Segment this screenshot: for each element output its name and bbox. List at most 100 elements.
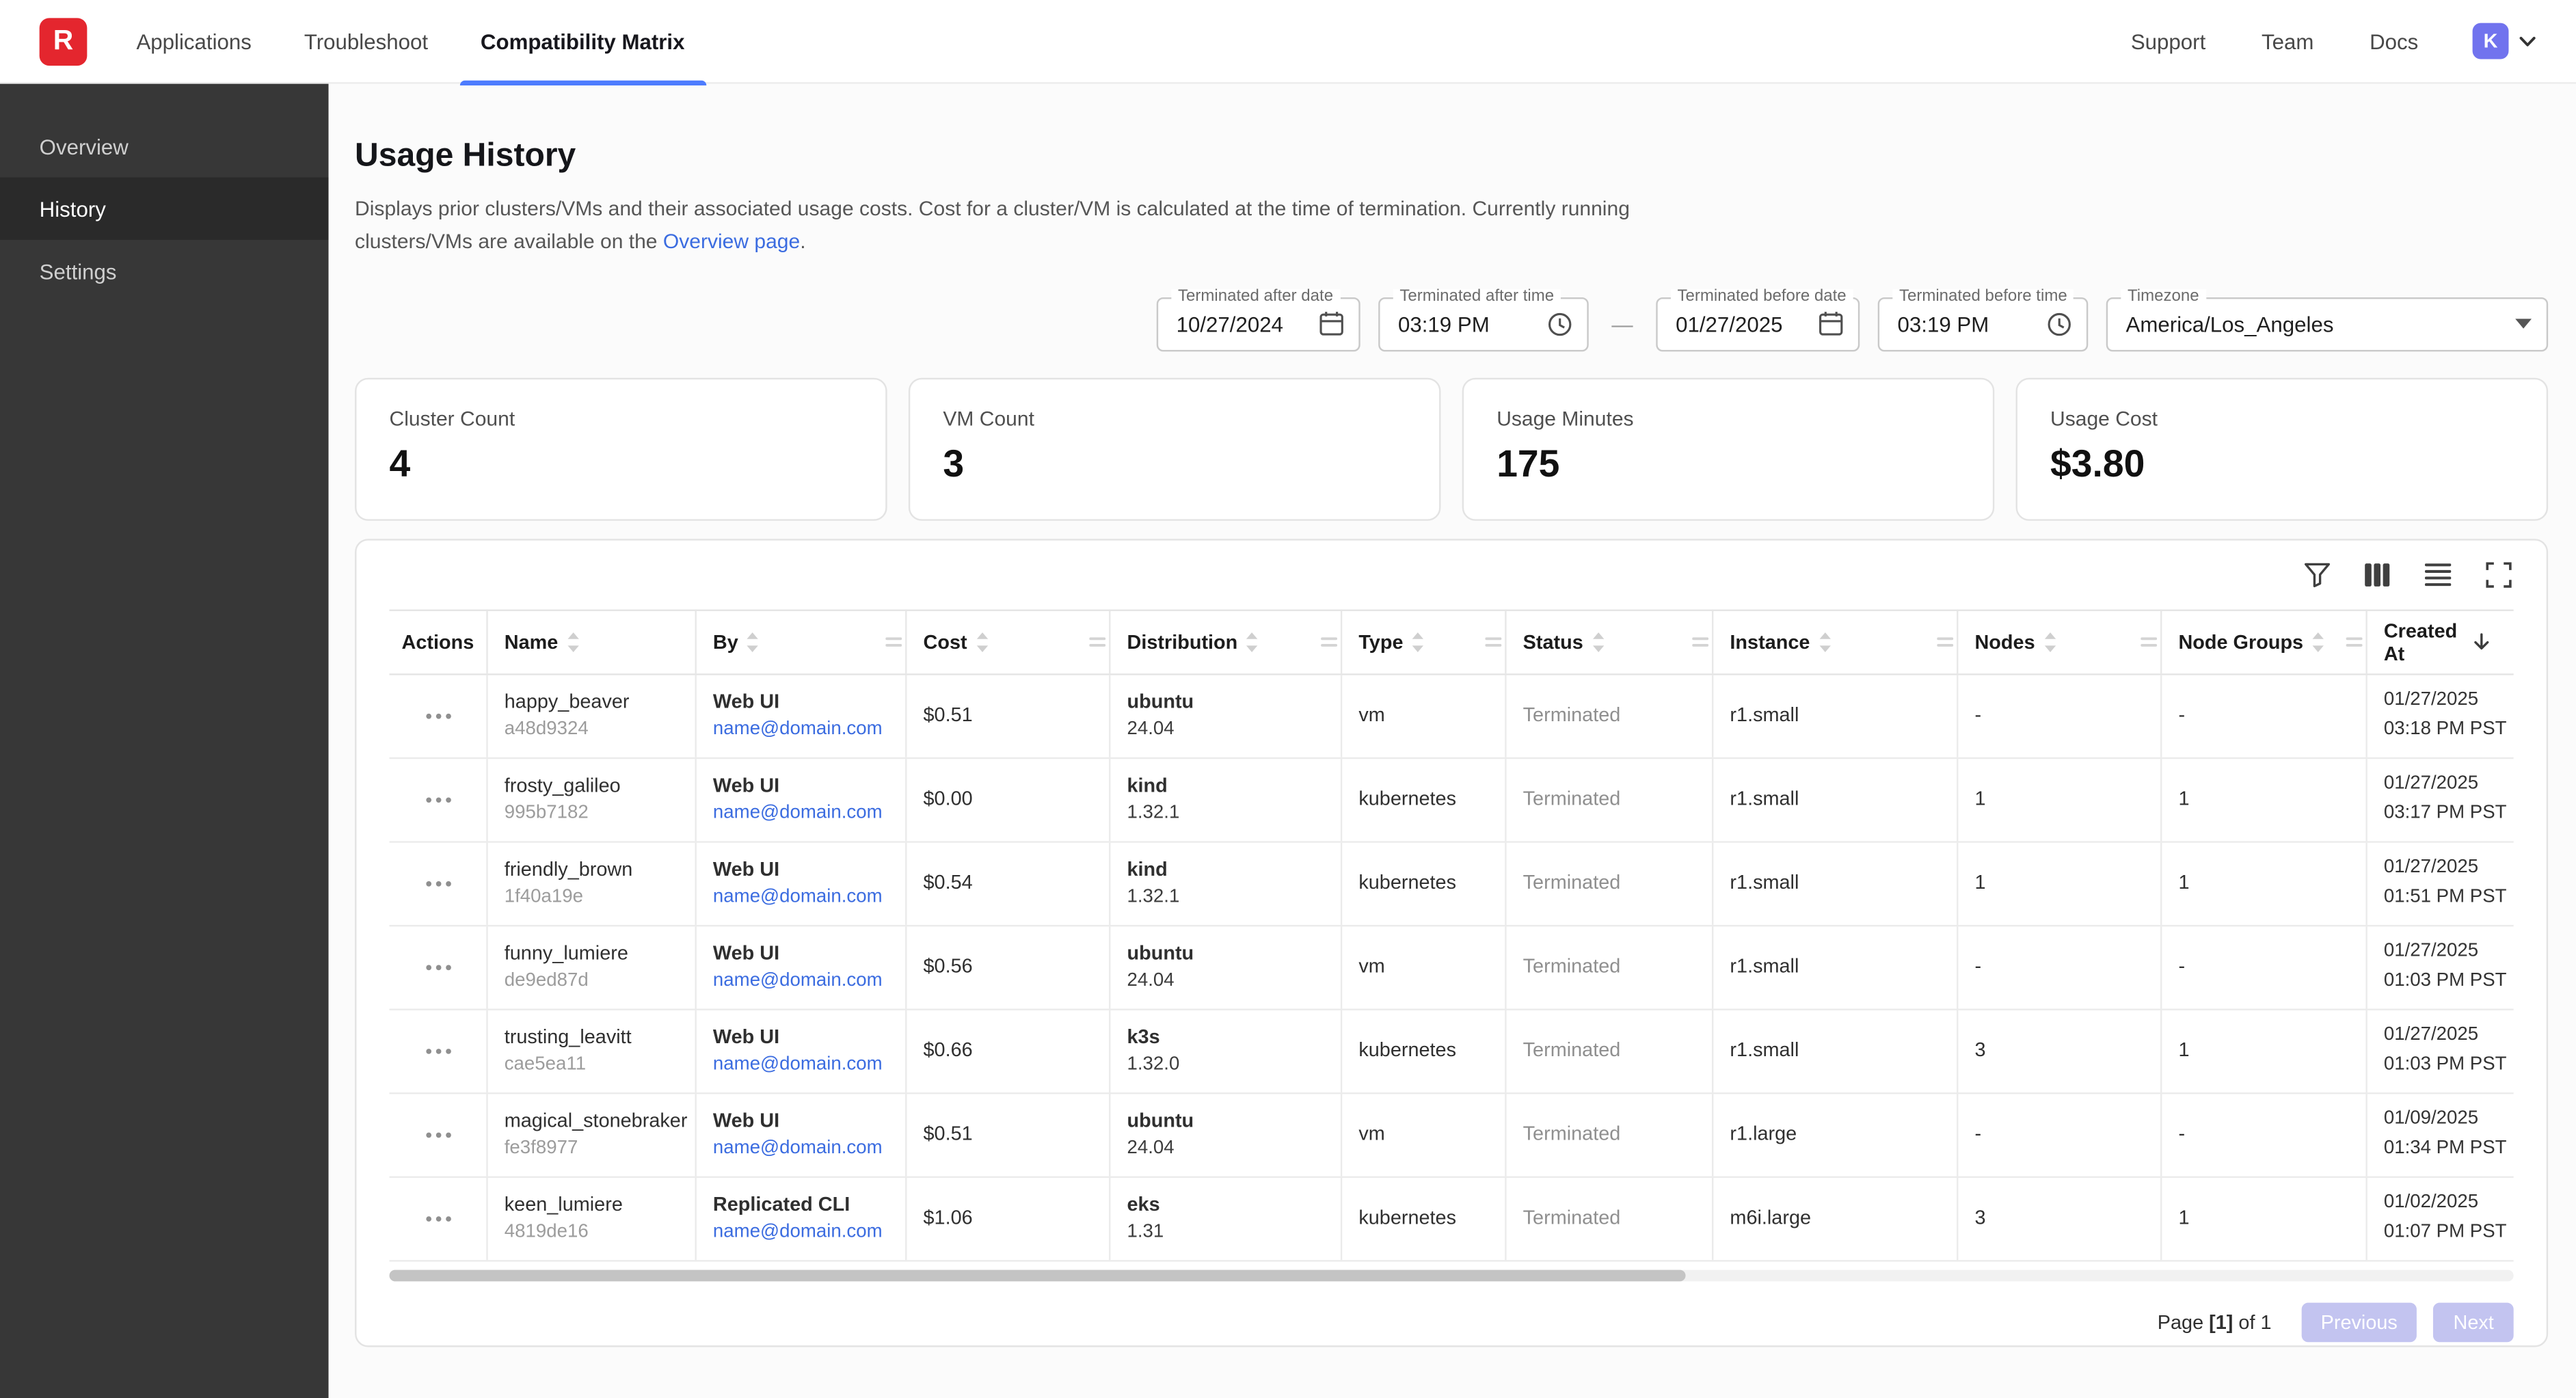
created-by-email-link[interactable]: name@domain.com bbox=[713, 884, 892, 912]
column-separator-icon[interactable] bbox=[1692, 635, 1708, 648]
column-header-name[interactable]: Name bbox=[488, 610, 697, 673]
row-actions-button[interactable] bbox=[415, 786, 461, 812]
column-header-created-at[interactable]: Created At bbox=[2367, 610, 2514, 673]
row-actions-button[interactable] bbox=[415, 870, 461, 896]
nav-tab-compatibility-matrix[interactable]: Compatibility Matrix bbox=[454, 0, 710, 83]
status-badge: Terminated bbox=[1523, 868, 1699, 898]
actions-cell bbox=[390, 1177, 488, 1259]
column-header-nodes[interactable]: Nodes bbox=[1958, 610, 2162, 673]
horizontal-scrollbar[interactable] bbox=[390, 1269, 2514, 1280]
created-by-email-link[interactable]: name@domain.com bbox=[713, 1051, 892, 1079]
column-label: Cost bbox=[924, 630, 967, 654]
terminated-before-date-field[interactable]: Terminated before date 01/27/2025 bbox=[1656, 297, 1860, 351]
nodes-cell: - bbox=[1958, 674, 2162, 756]
row-actions-button[interactable] bbox=[415, 954, 461, 980]
created-by-email-link[interactable]: name@domain.com bbox=[713, 716, 892, 744]
sidebar-item-history[interactable]: History bbox=[0, 178, 329, 240]
cost-cell: $0.54 bbox=[907, 842, 1110, 924]
filter-bar: Terminated after date 10/27/2024 Termina… bbox=[355, 297, 2548, 351]
timezone-select[interactable]: Timezone America/Los_Angeles bbox=[2106, 297, 2548, 351]
table-body: happy_beaver a48d9324 Web UI name@domain… bbox=[390, 674, 2514, 1261]
cost-value: $0.54 bbox=[924, 868, 1096, 898]
calendar-icon[interactable] bbox=[1319, 310, 1344, 336]
table-row: friendly_brown 1f40a19e Web UI name@doma… bbox=[390, 842, 2514, 926]
sidebar: Overview History Settings bbox=[0, 84, 329, 1398]
column-header-cost[interactable]: Cost bbox=[907, 610, 1110, 673]
row-actions-button[interactable] bbox=[415, 702, 461, 728]
cluster-name: magical_stonebraker bbox=[505, 1105, 682, 1135]
stat-value: 175 bbox=[1497, 441, 1960, 485]
node-groups-value: 1 bbox=[2178, 868, 2352, 898]
distribution-name: kind bbox=[1127, 854, 1327, 885]
nav-link-support[interactable]: Support bbox=[2103, 29, 2233, 53]
type-value: kubernetes bbox=[1358, 1035, 1492, 1066]
actions-cell bbox=[390, 926, 488, 1008]
clock-icon[interactable] bbox=[2047, 311, 2071, 336]
stat-label: Cluster Count bbox=[390, 407, 853, 430]
instance-cell: r1.small bbox=[1713, 674, 1958, 756]
by-cell: Web UI name@domain.com bbox=[697, 1010, 907, 1092]
nav-link-team[interactable]: Team bbox=[2233, 29, 2342, 53]
created-by-email-link[interactable]: name@domain.com bbox=[713, 801, 892, 829]
row-actions-button[interactable] bbox=[415, 1205, 461, 1231]
nodes-cell: 1 bbox=[1958, 842, 2162, 924]
column-header-by[interactable]: By bbox=[697, 610, 907, 673]
created-by-email-link[interactable]: name@domain.com bbox=[713, 968, 892, 996]
status-cell: Terminated bbox=[1507, 842, 1714, 924]
column-separator-icon[interactable] bbox=[1485, 635, 1501, 648]
next-page-button[interactable]: Next bbox=[2434, 1302, 2514, 1341]
column-header-instance[interactable]: Instance bbox=[1713, 610, 1958, 673]
nav-link-docs[interactable]: Docs bbox=[2342, 29, 2446, 53]
density-icon[interactable] bbox=[2424, 559, 2453, 589]
sidebar-item-overview[interactable]: Overview bbox=[0, 115, 329, 177]
user-menu[interactable]: K bbox=[2473, 23, 2537, 59]
sidebar-item-settings[interactable]: Settings bbox=[0, 240, 329, 302]
cluster-name: keen_lumiere bbox=[505, 1189, 682, 1220]
terminated-after-date-field[interactable]: Terminated after date 10/27/2024 bbox=[1157, 297, 1360, 351]
table-row: frosty_galileo 995b7182 Web UI name@doma… bbox=[390, 758, 2514, 842]
replicated-logo[interactable]: R bbox=[40, 17, 88, 65]
status-cell: Terminated bbox=[1507, 1093, 1714, 1175]
terminated-before-time-field[interactable]: Terminated before time 03:19 PM bbox=[1878, 297, 2089, 351]
columns-icon[interactable] bbox=[2363, 559, 2392, 589]
column-separator-icon[interactable] bbox=[1321, 635, 1337, 648]
column-header-node-groups[interactable]: Node Groups bbox=[2162, 610, 2367, 673]
column-separator-icon[interactable] bbox=[885, 635, 902, 648]
column-separator-icon[interactable] bbox=[2346, 635, 2363, 648]
column-separator-icon[interactable] bbox=[1937, 635, 1953, 648]
created-time: 03:17 PM PST bbox=[2384, 799, 2501, 829]
created-date: 01/27/2025 bbox=[2384, 1021, 2501, 1051]
created-by-source: Replicated CLI bbox=[713, 1189, 892, 1220]
node-groups-value: - bbox=[2178, 952, 2352, 982]
fullscreen-icon[interactable] bbox=[2484, 559, 2513, 589]
column-separator-icon[interactable] bbox=[2141, 635, 2157, 648]
column-header-actions[interactable]: Actions bbox=[390, 610, 488, 673]
overview-page-link[interactable]: Overview page bbox=[663, 230, 800, 254]
column-header-distribution[interactable]: Distribution bbox=[1110, 610, 1342, 673]
created-by-email-link[interactable]: name@domain.com bbox=[713, 1135, 892, 1164]
cost-value: $0.66 bbox=[924, 1035, 1096, 1066]
filter-icon[interactable] bbox=[2302, 559, 2331, 589]
page-indicator: Page [1] of 1 bbox=[2158, 1310, 2272, 1333]
terminated-after-time-field[interactable]: Terminated after time 03:19 PM bbox=[1378, 297, 1589, 351]
created-by-email-link[interactable]: name@domain.com bbox=[713, 1219, 892, 1247]
nodes-value: - bbox=[1974, 1119, 2147, 1150]
column-separator-icon[interactable] bbox=[1089, 635, 1105, 648]
nav-tab-applications[interactable]: Applications bbox=[110, 0, 278, 83]
pagination: Page [1] of 1 Previous Next bbox=[390, 1280, 2514, 1341]
scrollbar-thumb[interactable] bbox=[390, 1269, 1685, 1280]
nav-tab-troubleshoot[interactable]: Troubleshoot bbox=[278, 0, 454, 83]
status-cell: Terminated bbox=[1507, 674, 1714, 756]
field-value: 03:19 PM bbox=[1898, 311, 2034, 336]
row-actions-button[interactable] bbox=[415, 1121, 461, 1147]
page-prefix: Page bbox=[2158, 1310, 2209, 1333]
row-actions-button[interactable] bbox=[415, 1038, 461, 1064]
column-header-status[interactable]: Status bbox=[1507, 610, 1714, 673]
column-header-type[interactable]: Type bbox=[1342, 610, 1506, 673]
created-at-cell: 01/27/2025 01:03 PM PST bbox=[2367, 926, 2514, 1008]
clock-icon[interactable] bbox=[1548, 311, 1572, 336]
dropdown-caret-icon[interactable] bbox=[2515, 319, 2532, 328]
status-badge: Terminated bbox=[1523, 1035, 1699, 1066]
previous-page-button[interactable]: Previous bbox=[2301, 1302, 2417, 1341]
calendar-icon[interactable] bbox=[1819, 310, 1843, 336]
